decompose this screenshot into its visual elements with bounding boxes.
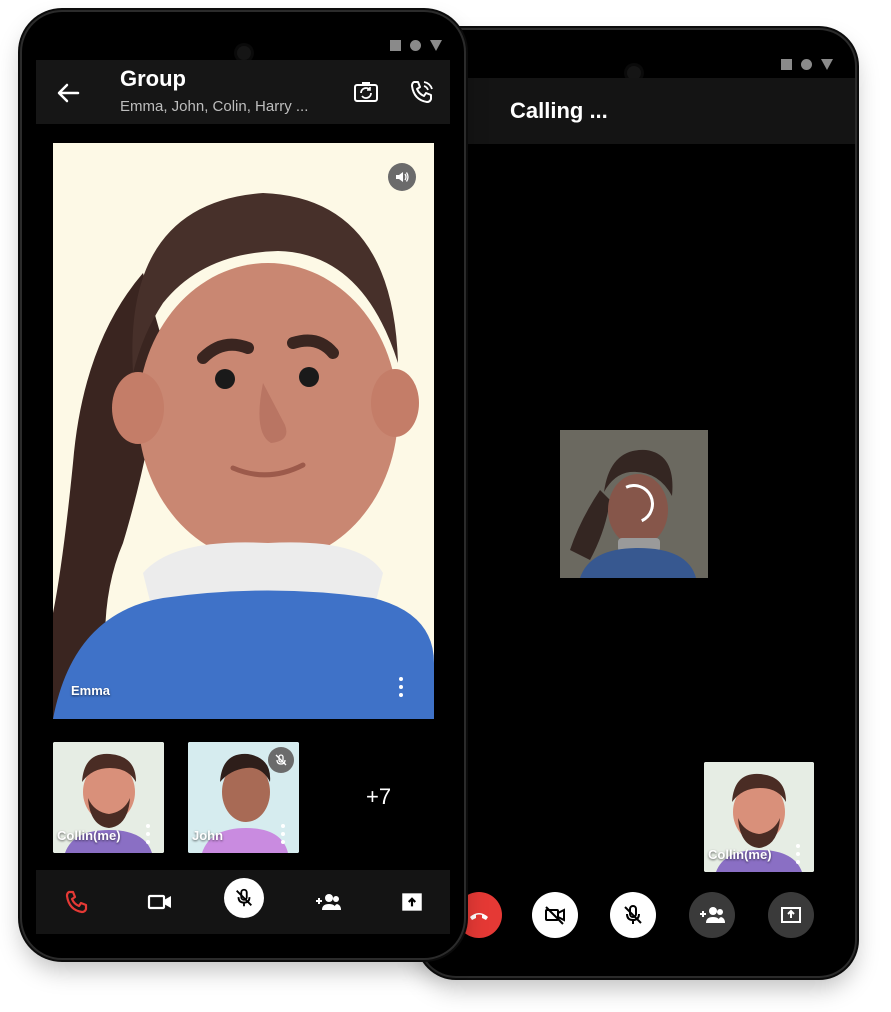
muted-mic-icon <box>268 747 294 773</box>
hangup-icon <box>470 913 488 920</box>
thumbnail-name: Collin(me) <box>57 828 121 843</box>
call-controls-bar <box>36 870 450 934</box>
share-screen-icon <box>781 907 801 923</box>
self-tile-more-icon[interactable] <box>795 844 801 864</box>
video-off-icon <box>545 906 565 925</box>
group-members-list: Emma, John, Colin, Harry ... <box>120 98 309 115</box>
add-participant-button[interactable] <box>689 892 735 938</box>
group-title: Group <box>120 66 186 91</box>
end-call-button[interactable] <box>56 882 96 922</box>
call-controls-bar <box>456 892 855 946</box>
thumbnail-more-icon[interactable] <box>145 824 151 844</box>
camera-off-button[interactable] <box>532 892 578 938</box>
add-participant-button[interactable] <box>308 882 348 922</box>
phone-group-call-screen: Group Emma, John, Colin, Harry ... Emma … <box>22 12 464 958</box>
phone-call-icon[interactable] <box>408 78 436 106</box>
participant-thumbnail-john[interactable]: John <box>188 742 299 853</box>
main-tile-name: Emma <box>71 683 111 698</box>
front-camera <box>237 46 251 60</box>
self-preview-tile[interactable]: Collin(me) <box>704 762 814 872</box>
share-screen-icon <box>402 893 422 911</box>
mic-off-icon <box>236 888 252 907</box>
more-participants-count[interactable]: +7 <box>366 784 391 810</box>
video-button[interactable] <box>140 882 180 922</box>
mute-button[interactable] <box>610 892 656 938</box>
emma-avatar-image <box>53 143 434 719</box>
back-arrow-icon[interactable] <box>56 80 82 106</box>
calling-title: Calling ... <box>510 98 608 123</box>
phone-calling-screen: Calling ... Collin(me) <box>420 30 855 976</box>
calling-avatar-tile <box>560 430 708 578</box>
add-people-icon <box>316 894 341 910</box>
phone-red-icon <box>65 890 88 914</box>
main-speaker-video[interactable]: Emma <box>53 143 434 719</box>
group-call-header: Group Emma, John, Colin, Harry ... <box>36 60 450 124</box>
share-screen-button[interactable] <box>392 882 432 922</box>
self-tile-name: Collin(me) <box>708 847 772 862</box>
mic-off-icon <box>624 905 642 924</box>
video-camera-icon <box>147 894 171 910</box>
thumbnail-name: John <box>192 828 224 843</box>
thumbnail-more-icon[interactable] <box>280 824 286 844</box>
switch-camera-icon[interactable] <box>352 78 380 106</box>
calling-header: Calling ... <box>464 78 855 144</box>
participant-thumbnail-self[interactable]: Collin(me) <box>53 742 164 853</box>
status-bar-icons <box>781 59 833 70</box>
mute-button[interactable] <box>224 878 264 918</box>
status-bar-icons <box>390 40 442 51</box>
add-people-icon <box>700 907 725 923</box>
share-screen-button[interactable] <box>768 892 814 938</box>
main-tile-more-icon[interactable] <box>398 677 404 697</box>
speaker-on-icon <box>388 163 416 191</box>
